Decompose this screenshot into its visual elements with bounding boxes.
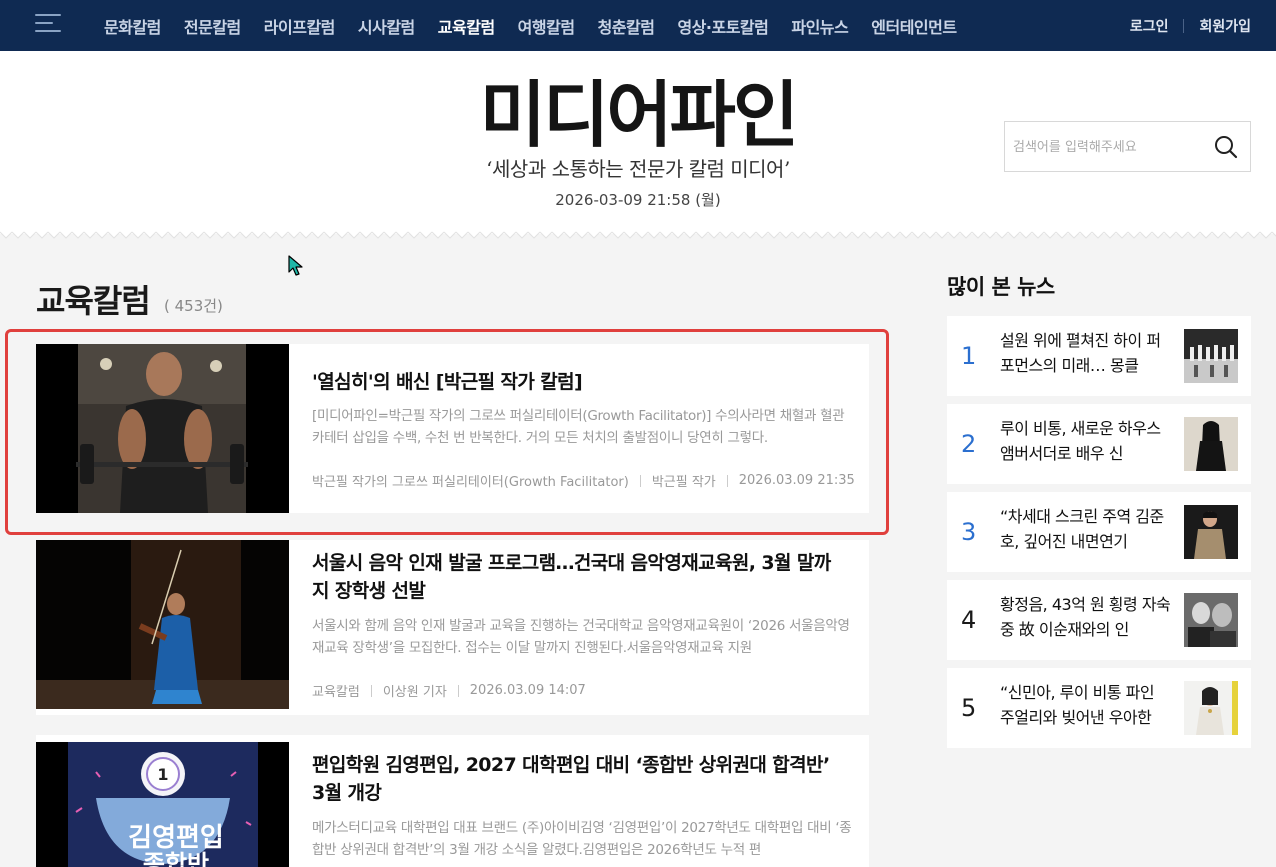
search-box: [1004, 121, 1251, 172]
rank-headline[interactable]: “신민아, 루이 비통 파인 주얼리와 빚어낸 우아한: [1000, 680, 1172, 730]
nav-list: 문화칼럼 전문칼럼 라이프칼럼 시사칼럼 교육칼럼 여행칼럼 청춘칼럼 영상·포…: [104, 0, 980, 51]
article-title[interactable]: 편입학원 김영편입, 2027 대학편입 대비 ‘종합반 상위권대 합격반’ 3…: [312, 751, 847, 807]
article-thumbnail[interactable]: 1 김영편입 종합반: [36, 742, 289, 867]
article-author: 이상원 기자: [382, 685, 447, 700]
rank-thumbnail[interactable]: [1184, 417, 1238, 471]
thumb-badge-number: 1: [157, 765, 168, 784]
nav-item-education[interactable]: 교육칼럼: [438, 14, 495, 38]
search-input[interactable]: [1013, 135, 1203, 159]
article-meta: 교육칼럼 이상원 기자 2026.03.09 14:07: [312, 681, 586, 700]
nav-item-travel[interactable]: 여행칼럼: [518, 14, 575, 38]
most-viewed-item[interactable]: 5 “신민아, 루이 비통 파인 주얼리와 빚어낸 우아한: [947, 668, 1251, 748]
nav-item-video-photo[interactable]: 영상·포토칼럼: [677, 14, 768, 38]
site-header: 미디어파인 ‘세상과 소통하는 전문가 칼럼 미디어’ 2026-03-09 2…: [0, 51, 1276, 234]
mouse-cursor-icon: [288, 255, 303, 276]
meta-divider: [370, 684, 372, 697]
article-item[interactable]: 서울시 음악 인재 발굴 프로그램…건국대 음악영재교육원, 3월 말까지 장학…: [36, 540, 869, 715]
nav-item-fine-news[interactable]: 파인뉴스: [791, 14, 848, 38]
nav-item-expert[interactable]: 전문칼럼: [184, 14, 241, 38]
nav-item-youth[interactable]: 청춘칼럼: [598, 14, 655, 38]
thumb-subtitle-text: 종합반: [143, 850, 209, 867]
rank-headline[interactable]: “차세대 스크린 주역 김준호, 깊어진 내면연기: [1000, 504, 1172, 554]
nav-item-current-affairs[interactable]: 시사칼럼: [358, 14, 415, 38]
section-title: 교육칼럼: [36, 282, 151, 320]
section-count: ( 453건): [164, 297, 223, 315]
most-viewed-item[interactable]: 1 설원 위에 펼쳐진 하이 퍼포먼스의 미래… 몽클: [947, 316, 1251, 396]
selection-highlight: [5, 329, 889, 535]
nav-item-life[interactable]: 라이프칼럼: [264, 14, 336, 38]
rank-thumbnail[interactable]: [1184, 329, 1238, 383]
signup-link[interactable]: 회원가입: [1199, 16, 1251, 36]
rank-number: 2: [961, 430, 977, 458]
rank-headline[interactable]: 루이 비통, 새로운 하우스 앰버서더로 배우 신: [1000, 416, 1172, 466]
nav-item-entertainment[interactable]: 엔터테인먼트: [871, 14, 957, 38]
meta-divider: [457, 684, 459, 697]
nav-item-culture[interactable]: 문화칼럼: [104, 14, 161, 38]
article-category[interactable]: 교육칼럼: [312, 681, 360, 700]
rank-number: 4: [961, 606, 977, 634]
top-nav: 문화칼럼 전문칼럼 라이프칼럼 시사칼럼 교육칼럼 여행칼럼 청춘칼럼 영상·포…: [0, 0, 1276, 51]
search-icon[interactable]: [1213, 134, 1239, 160]
most-viewed-item[interactable]: 3 “차세대 스크린 주역 김준호, 깊어진 내면연기: [947, 492, 1251, 572]
hamburger-menu-icon[interactable]: [35, 12, 61, 36]
rank-thumbnail[interactable]: [1184, 593, 1238, 647]
rank-headline[interactable]: 설원 위에 펼쳐진 하이 퍼포먼스의 미래… 몽클: [1000, 328, 1172, 378]
login-link[interactable]: 로그인: [1130, 16, 1169, 36]
most-viewed-title: 많이 본 뉴스: [947, 275, 1055, 299]
rank-number: 3: [961, 518, 977, 546]
rank-number: 5: [961, 694, 977, 722]
article-date: 2026.03.09 14:07: [469, 683, 586, 698]
article-summary: 메가스터디교육 대학편입 대표 브랜드 (주)아이비김영 ‘김영편입’이 202…: [312, 820, 852, 858]
article-item[interactable]: 1 김영편입 종합반 편입학원 김영편입, 2027 대학편입 대비 ‘종합반 …: [36, 735, 869, 867]
thumb-title-text: 김영편입: [128, 823, 224, 853]
article-thumbnail[interactable]: [36, 540, 289, 709]
rank-number: 1: [961, 342, 977, 370]
rank-headline[interactable]: 황정음, 43억 원 횡령 자숙 중 故 이순재와의 인: [1000, 592, 1172, 642]
most-viewed-item[interactable]: 2 루이 비통, 새로운 하우스 앰버서더로 배우 신: [947, 404, 1251, 484]
rank-thumbnail[interactable]: [1184, 505, 1238, 559]
most-viewed-item[interactable]: 4 황정음, 43억 원 횡령 자숙 중 故 이순재와의 인: [947, 580, 1251, 660]
auth-links: 로그인 회원가입: [1130, 0, 1251, 51]
header-zigzag-divider: [0, 228, 1276, 242]
auth-divider: [1183, 18, 1185, 33]
rank-thumbnail[interactable]: [1184, 681, 1238, 735]
article-title[interactable]: 서울시 음악 인재 발굴 프로그램…건국대 음악영재교육원, 3월 말까지 장학…: [312, 549, 847, 605]
article-summary: 서울시와 함께 음악 인재 발굴과 교육을 진행하는 건국대학교 음악영재교육원…: [312, 618, 850, 656]
current-date: 2026-03-09 21:58 (월): [555, 191, 721, 209]
